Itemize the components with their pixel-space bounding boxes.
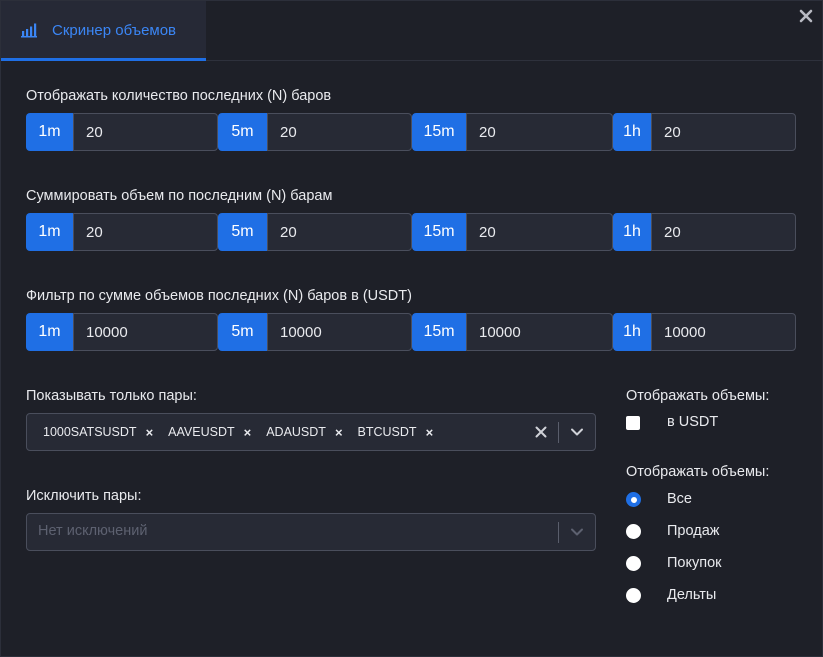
tf-badge-1h: 1h (613, 213, 651, 251)
volume-filter-label: Фильтр по сумме объемов последних (N) ба… (26, 288, 412, 304)
sum-volume-label: Суммировать объем по последним (N) барам (26, 188, 333, 204)
volume-filter-15m-input[interactable] (466, 313, 613, 351)
radio-buy[interactable] (626, 556, 641, 571)
radio-label: Продаж (667, 523, 720, 539)
chip-remove-icon[interactable]: × (146, 425, 154, 440)
tf-badge-1m: 1m (26, 313, 73, 351)
sum-volume-1m-input[interactable] (73, 213, 218, 251)
select-separator (558, 422, 559, 443)
radio-sell[interactable] (626, 524, 641, 539)
tf-badge-15m: 15m (412, 313, 466, 351)
sum-volume-row: 1m 5m 15m 1h (26, 213, 796, 251)
bars-count-row: 1m 5m 15m 1h (26, 113, 796, 151)
pair-chips: 1000SATSUSDT × AAVEUSDT × ADAUSDT × BTCU… (43, 414, 448, 450)
chevron-down-icon[interactable] (568, 523, 586, 541)
only-pairs-label: Показывать только пары: (26, 388, 197, 404)
radio-delta[interactable] (626, 588, 641, 603)
close-icon[interactable] (798, 8, 814, 24)
volume-screener-panel: Скринер объемов Отображать количество по… (0, 0, 823, 657)
tab-bar: Скринер объемов (1, 1, 823, 61)
pair-chip: ADAUSDT × (266, 425, 342, 440)
pair-chip: BTCUSDT × (358, 425, 434, 440)
sum-volume-15m-input[interactable] (466, 213, 613, 251)
volume-filter-row: 1m 5m 15m 1h (26, 313, 796, 351)
radio-label: Покупок (667, 555, 722, 571)
radio-all[interactable] (626, 492, 641, 507)
clear-icon[interactable] (532, 423, 550, 441)
pair-chip-label: BTCUSDT (357, 425, 417, 439)
chip-remove-icon[interactable]: × (244, 425, 252, 440)
tf-badge-5m: 5m (218, 113, 267, 151)
bars-count-15m-input[interactable] (466, 113, 613, 151)
tf-badge-1h: 1h (613, 313, 651, 351)
bars-count-label: Отображать количество последних (N) баро… (26, 88, 332, 104)
tab-volume-screener[interactable]: Скринер объемов (1, 1, 206, 61)
sum-volume-1h-input[interactable] (651, 213, 796, 251)
bars-count-1m-input[interactable] (73, 113, 218, 151)
tf-badge-1m: 1m (26, 113, 73, 151)
usdt-checkbox[interactable] (626, 416, 640, 430)
tf-badge-5m: 5m (218, 313, 267, 351)
pair-chip-label: AAVEUSDT (168, 425, 235, 439)
volume-filter-5m-input[interactable] (267, 313, 412, 351)
exclude-pairs-placeholder: Нет исключений (38, 523, 148, 539)
radio-label: Дельты (667, 587, 717, 603)
tab-label: Скринер объемов (52, 22, 177, 39)
chevron-down-icon[interactable] (568, 423, 586, 441)
tf-badge-1h: 1h (613, 113, 651, 151)
chip-remove-icon[interactable]: × (426, 425, 434, 440)
bars-count-5m-input[interactable] (267, 113, 412, 151)
sum-volume-5m-input[interactable] (267, 213, 412, 251)
bar-chart-icon (21, 23, 37, 38)
pair-chip: AAVEUSDT × (168, 425, 251, 440)
volume-filter-1h-input[interactable] (651, 313, 796, 351)
tf-badge-5m: 5m (218, 213, 267, 251)
tf-badge-15m: 15m (412, 213, 466, 251)
bars-count-1h-input[interactable] (651, 113, 796, 151)
display-type-label: Отображать объемы: (626, 464, 770, 480)
exclude-pairs-label: Исключить пары: (26, 488, 142, 504)
volume-filter-1m-input[interactable] (73, 313, 218, 351)
pair-chip-label: 1000SATSUSDT (43, 425, 137, 439)
chip-remove-icon[interactable]: × (335, 425, 343, 440)
usdt-checkbox-label: в USDT (667, 414, 719, 430)
only-pairs-select[interactable]: 1000SATSUSDT × AAVEUSDT × ADAUSDT × BTCU… (26, 413, 596, 451)
radio-label: Все (667, 491, 692, 507)
exclude-pairs-select[interactable]: Нет исключений (26, 513, 596, 551)
pair-chip-label: ADAUSDT (266, 425, 326, 439)
pair-chip: 1000SATSUSDT × (43, 425, 153, 440)
display-units-label: Отображать объемы: (626, 388, 770, 404)
tf-badge-15m: 15m (412, 113, 466, 151)
select-separator (558, 522, 559, 543)
tf-badge-1m: 1m (26, 213, 73, 251)
